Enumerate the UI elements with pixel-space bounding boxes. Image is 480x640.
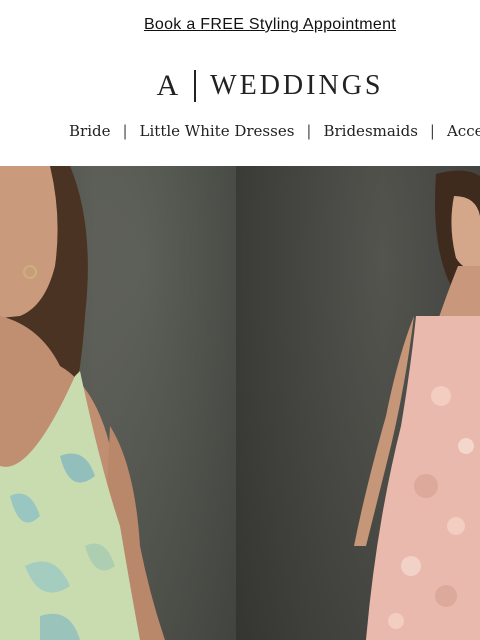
brand-logo[interactable]: A WEDDINGS xyxy=(0,64,480,108)
nav-item-bride[interactable]: Bride xyxy=(69,122,110,140)
hero-image-left xyxy=(0,166,236,640)
promo-bar: Book a FREE Styling Appointment xyxy=(0,0,480,50)
model-floral-dress-image xyxy=(0,166,165,640)
hero-banner[interactable] xyxy=(0,166,480,640)
nav-separator: | xyxy=(306,122,312,140)
nav-item-accessories[interactable]: Accessories xyxy=(447,122,480,140)
nav-separator: | xyxy=(429,122,435,140)
hero-image-right xyxy=(236,166,480,640)
styling-appointment-link[interactable]: Book a FREE Styling Appointment xyxy=(84,16,396,34)
brand-divider xyxy=(194,70,197,102)
model-pink-sequin-dress-image xyxy=(354,170,480,640)
nav-separator: | xyxy=(122,122,128,140)
nav-item-bridesmaids[interactable]: Bridesmaids xyxy=(323,122,417,140)
main-nav: Bride | Little White Dresses | Bridesmai… xyxy=(0,118,480,146)
brand-mark: A xyxy=(156,69,181,102)
brand-name: WEDDINGS xyxy=(210,70,384,101)
nav-item-little-white-dresses[interactable]: Little White Dresses xyxy=(140,122,295,140)
